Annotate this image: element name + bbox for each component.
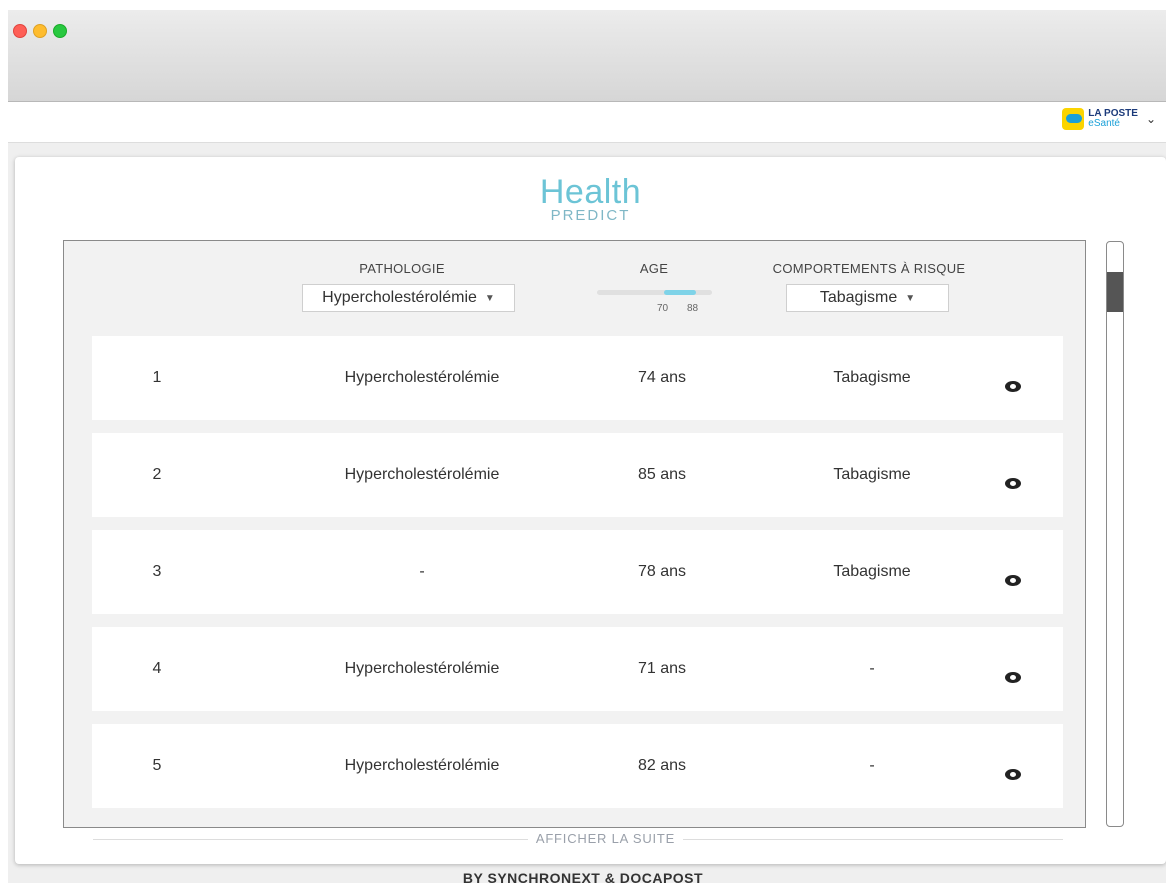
logo-health-text: Health: [539, 173, 642, 211]
view-patient-button[interactable]: [1000, 441, 1026, 525]
view-patient-button[interactable]: [1000, 635, 1026, 719]
maximize-window-button[interactable]: [53, 24, 67, 38]
eye-icon[interactable]: [1005, 574, 1021, 586]
row-age: 74 ans: [637, 369, 687, 386]
caret-down-icon: ▼: [484, 292, 495, 304]
window-titlebar: [8, 10, 1166, 102]
row-pathologie: Hypercholestérolémie: [344, 466, 500, 483]
close-window-button[interactable]: [13, 24, 27, 38]
results-panel: PATHOLOGIE Hypercholestérolémie ▼ AGE 70…: [63, 240, 1086, 828]
row-pathologie: -: [419, 563, 425, 580]
eye-icon[interactable]: [1005, 380, 1021, 392]
age-max-value: 88: [687, 303, 699, 314]
scrollbar[interactable]: [1106, 241, 1124, 827]
row-age: 71 ans: [637, 660, 687, 677]
age-header: AGE: [639, 261, 669, 276]
risque-select-value: Tabagisme: [819, 289, 898, 306]
minimize-window-button[interactable]: [33, 24, 47, 38]
risque-select[interactable]: Tabagisme ▼: [786, 284, 949, 312]
row-age: 82 ans: [637, 757, 687, 774]
la-poste-logo-icon: [1062, 108, 1085, 130]
top-bar: LA POSTE eSanté ⌄: [8, 102, 1166, 143]
table-row: 4 Hypercholestérolémie 71 ans -: [92, 627, 1063, 711]
main-card: Health PREDICT PATHOLOGIE Hypercholestér…: [15, 157, 1166, 864]
show-more-button[interactable]: AFFICHER LA SUITE: [528, 828, 683, 850]
row-age: 85 ans: [637, 466, 687, 483]
row-risque: -: [869, 660, 875, 677]
age-range-fill[interactable]: [664, 290, 696, 295]
eye-icon[interactable]: [1005, 768, 1021, 780]
row-age: 78 ans: [637, 563, 687, 580]
risque-header: COMPORTEMENTS À RISQUE: [772, 261, 966, 276]
row-number: 5: [152, 757, 162, 774]
row-number: 2: [152, 466, 162, 483]
caret-down-icon: ▼: [905, 292, 916, 304]
age-range-slider[interactable]: [597, 290, 712, 295]
table-row: 1 Hypercholestérolémie 74 ans Tabagisme: [92, 336, 1063, 420]
view-patient-button[interactable]: [1000, 538, 1026, 622]
table-row: 3 - 78 ans Tabagisme: [92, 530, 1063, 614]
row-number: 3: [152, 563, 162, 580]
health-predict-logo: Health PREDICT: [15, 175, 1166, 224]
view-patient-button[interactable]: [1000, 344, 1026, 428]
row-risque: Tabagisme: [833, 466, 911, 483]
row-pathologie: Hypercholestérolémie: [344, 369, 500, 386]
age-min-value: 70: [657, 303, 669, 314]
chevron-down-icon[interactable]: ⌄: [1146, 112, 1156, 126]
brand-name: LA POSTE eSanté: [1088, 109, 1138, 129]
row-pathologie: Hypercholestérolémie: [344, 660, 500, 677]
scrollbar-thumb[interactable]: [1107, 272, 1123, 312]
account-menu[interactable]: LA POSTE eSanté ⌄: [1062, 108, 1156, 130]
row-risque: Tabagisme: [833, 369, 911, 386]
eye-icon[interactable]: [1005, 671, 1021, 683]
logo-predict-text: PREDICT: [550, 207, 631, 224]
row-number: 4: [152, 660, 162, 677]
row-risque: Tabagisme: [833, 563, 911, 580]
pathologie-header: PATHOLOGIE: [359, 261, 445, 276]
row-number: 1: [152, 369, 162, 386]
table-row: 5 Hypercholestérolémie 82 ans -: [92, 724, 1063, 808]
view-patient-button[interactable]: [1000, 732, 1026, 816]
pathologie-select[interactable]: Hypercholestérolémie ▼: [302, 284, 515, 312]
table-row: 2 Hypercholestérolémie 85 ans Tabagisme: [92, 433, 1063, 517]
row-risque: -: [869, 757, 875, 774]
pathologie-select-value: Hypercholestérolémie: [322, 289, 477, 306]
row-pathologie: Hypercholestérolémie: [344, 757, 500, 774]
eye-icon[interactable]: [1005, 477, 1021, 489]
brand-line2: eSanté: [1088, 118, 1120, 129]
footer-credit: BY SYNCHRONEXT & DOCAPOST: [462, 870, 704, 886]
